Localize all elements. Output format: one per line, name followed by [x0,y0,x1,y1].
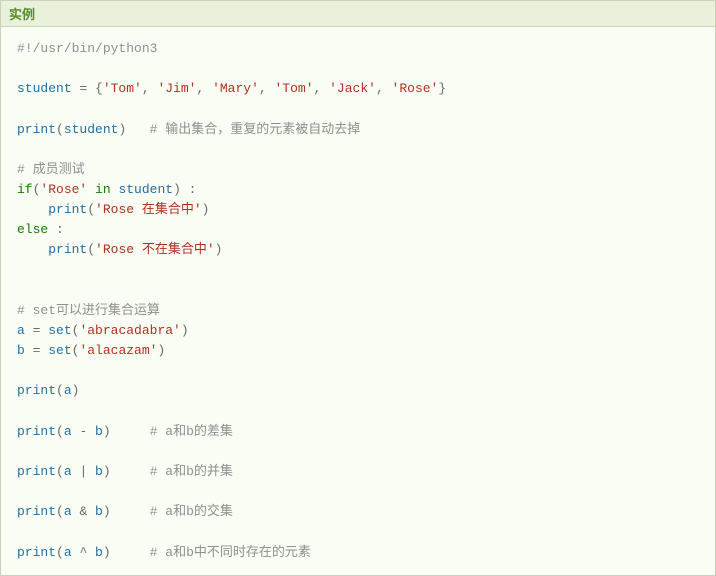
paren-close: ) [215,242,223,257]
example-title: 实例 [9,7,35,22]
ident-a: a [64,504,72,519]
code-block: #!/usr/bin/python3 student = {'Tom', 'Ji… [1,27,715,575]
paren-open: ( [87,202,95,217]
builtin-print: print [17,122,56,137]
comment-union: # a和b的并集 [150,464,233,479]
str-tom2: 'Tom' [275,81,314,96]
comma: , [196,81,212,96]
op-assign: = [72,81,95,96]
str-rose: 'Rose' [392,81,439,96]
op-bar: | [72,464,95,479]
paren-close: ) [103,424,111,439]
ident-student: student [64,122,119,137]
str-tom1: 'Tom' [103,81,142,96]
builtin-print: print [17,424,56,439]
builtin-print: print [17,464,56,479]
example-header: 实例 [1,1,715,27]
pad [111,504,150,519]
comment-output-set: # 输出集合，重复的元素被自动去掉 [150,122,361,137]
str-rose-notin: 'Rose 不在集合中' [95,242,215,257]
ident-b: b [95,424,103,439]
builtin-print: print [17,504,56,519]
builtin-print: print [48,242,87,257]
paren-open: ( [56,504,64,519]
paren-close: ) [202,202,210,217]
indent [17,202,48,217]
builtin-set: set [48,343,71,358]
ident-b: b [95,504,103,519]
paren-open: ( [56,464,64,479]
builtin-print: print [48,202,87,217]
op-assign: = [25,343,48,358]
paren-close: ) [72,383,80,398]
pad [111,545,150,560]
builtin-print: print [17,545,56,560]
pad [126,122,149,137]
colon: : [48,222,64,237]
paren-open: ( [56,383,64,398]
op-assign: = [25,323,48,338]
example-box: 实例 #!/usr/bin/python3 student = {'Tom', … [0,0,716,576]
paren-close: ) [103,504,111,519]
comment-inter: # a和b的交集 [150,504,233,519]
comment-set-ops: # set可以进行集合运算 [17,303,160,318]
str-rose-in: 'Rose 在集合中' [95,202,202,217]
str-alac: 'alacazam' [79,343,157,358]
str-abra: 'abracadabra' [79,323,180,338]
ident-a: a [17,323,25,338]
ident-b: b [17,343,25,358]
comma: , [314,81,330,96]
pad [111,464,150,479]
str-jim: 'Jim' [157,81,196,96]
str-jack: 'Jack' [329,81,376,96]
builtin-print: print [17,383,56,398]
pad [111,424,150,439]
kw-in: in [87,182,118,197]
paren-open: ( [87,242,95,257]
ident-a: a [64,545,72,560]
comma: , [259,81,275,96]
paren-open: ( [56,122,64,137]
ident-student: student [17,81,72,96]
op-minus: - [72,424,95,439]
shebang-line: #!/usr/bin/python3 [17,41,157,56]
paren-open: ( [56,424,64,439]
paren-close: ) [103,545,111,560]
str-mary: 'Mary' [212,81,259,96]
paren-close: ) [181,323,189,338]
ident-b: b [95,545,103,560]
ident-b: b [95,464,103,479]
paren-close: ) [173,182,181,197]
kw-else: else [17,222,48,237]
builtin-set: set [48,323,71,338]
paren-open: ( [56,545,64,560]
comma: , [142,81,158,96]
str-rose: 'Rose' [40,182,87,197]
ident-a: a [64,464,72,479]
ident-student: student [118,182,173,197]
brace-close: } [438,81,446,96]
paren-close: ) [103,464,111,479]
comment-member-test: # 成员测试 [17,162,85,177]
kw-if: if [17,182,33,197]
paren-close: ) [157,343,165,358]
comment-diff: # a和b的差集 [150,424,233,439]
colon: : [181,182,197,197]
ident-a: a [64,383,72,398]
brace-open: { [95,81,103,96]
comment-sym: # a和b中不同时存在的元素 [150,545,311,560]
comma: , [376,81,392,96]
op-amp: & [72,504,95,519]
ident-a: a [64,424,72,439]
op-caret: ^ [72,545,95,560]
indent [17,242,48,257]
